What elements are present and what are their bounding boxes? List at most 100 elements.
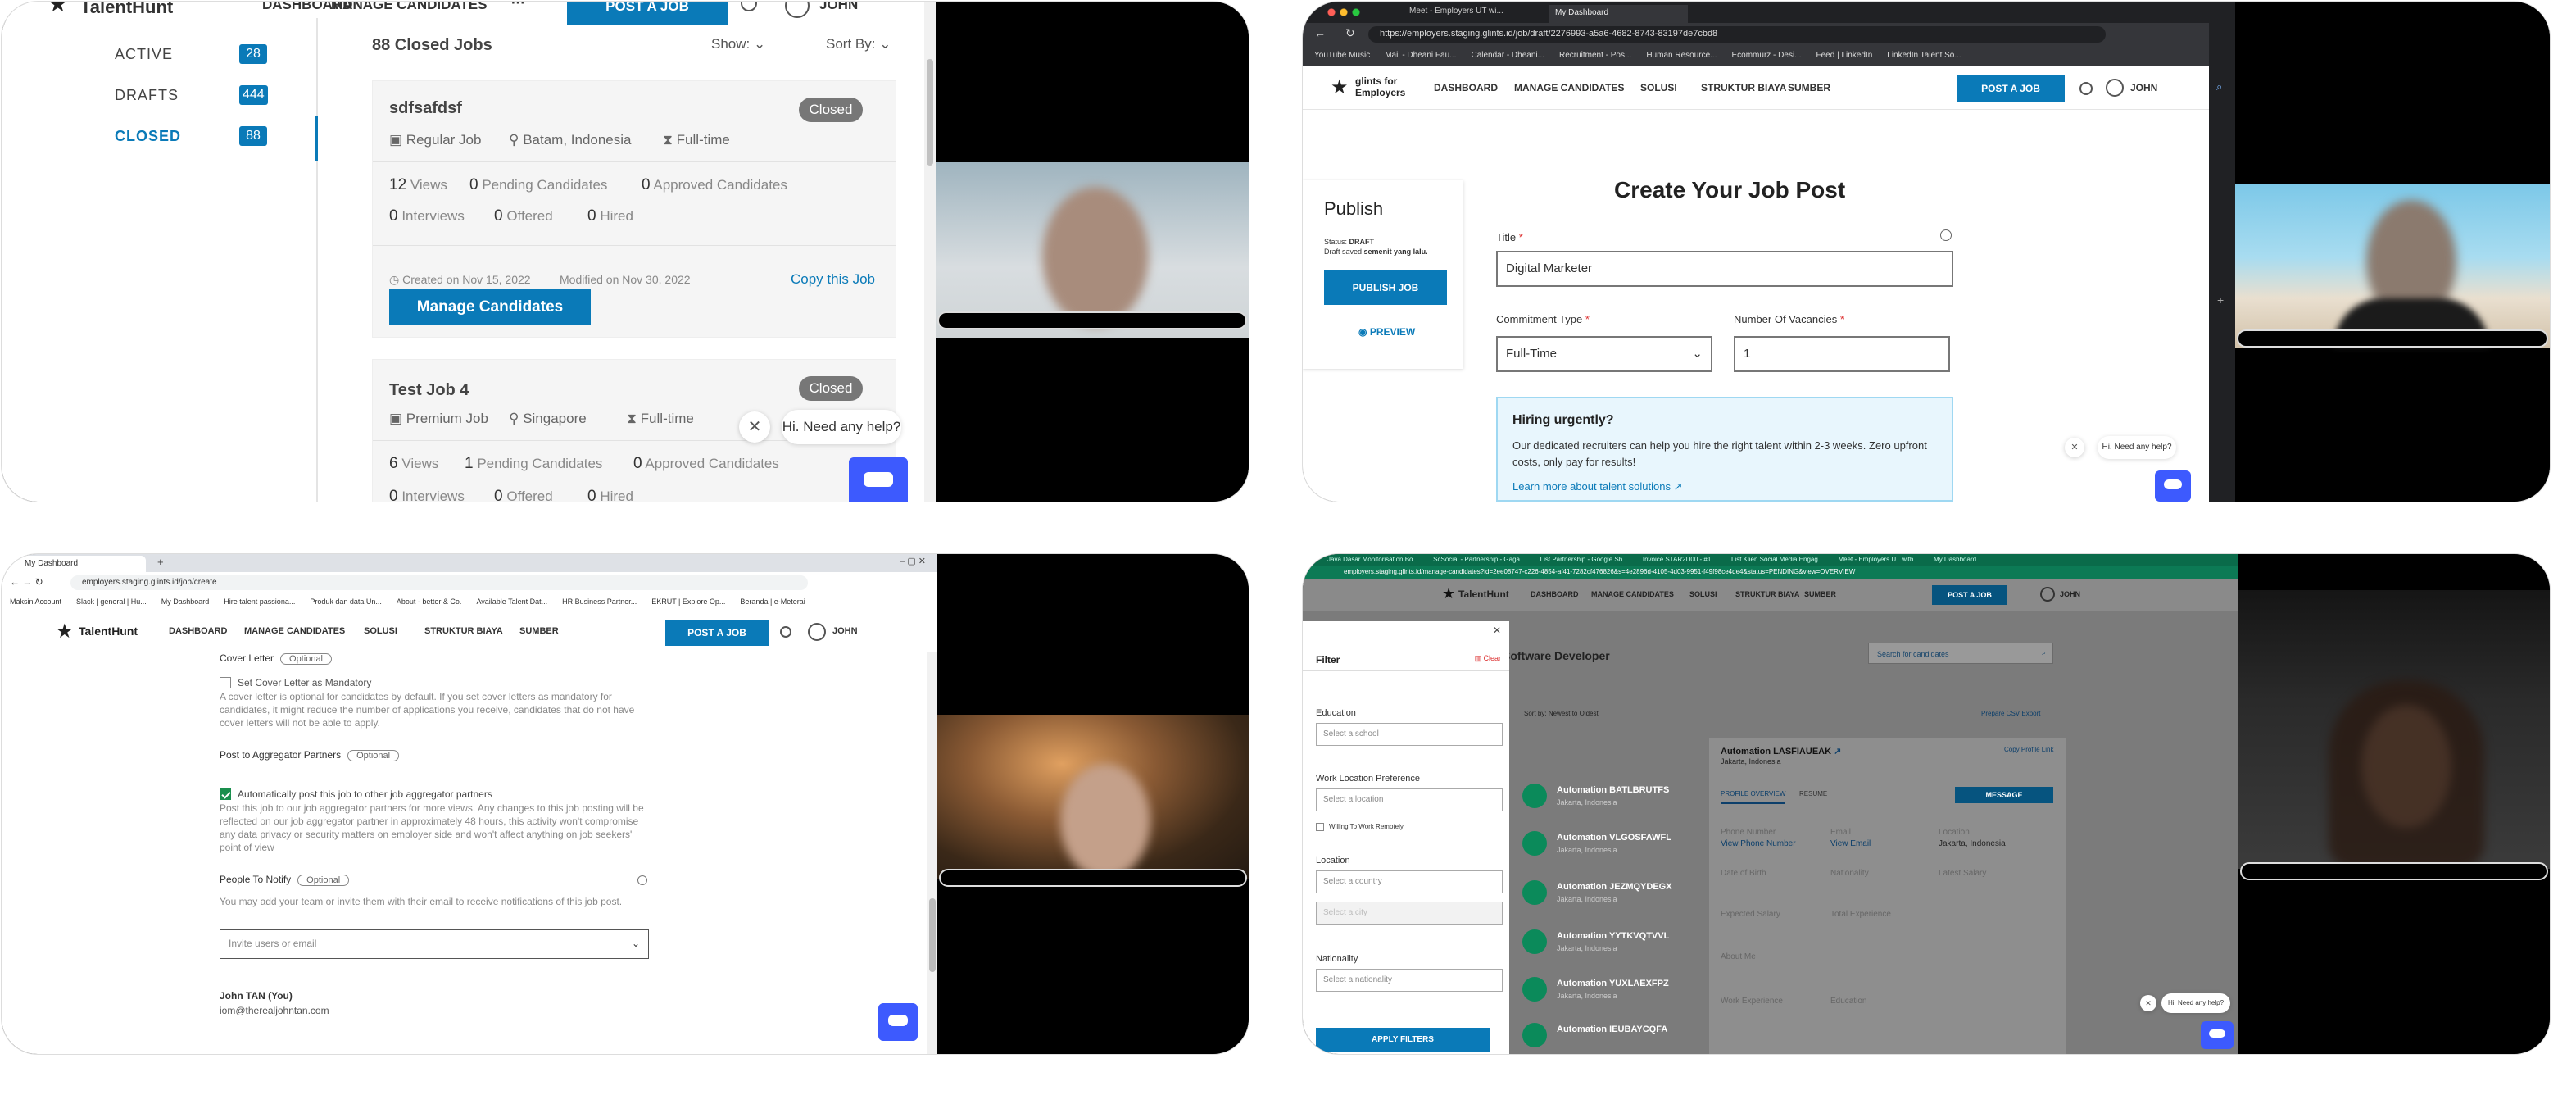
chat-icon[interactable] (2079, 82, 2093, 95)
close-help-button[interactable]: ✕ (739, 411, 770, 443)
commitment-select[interactable]: Full-Time ⌄ (1496, 336, 1712, 372)
aggregator-checkbox[interactable] (220, 788, 231, 800)
nav-sumber[interactable]: SUMBER (1788, 82, 1830, 93)
external-link-icon[interactable]: ↗ (1834, 747, 1841, 757)
list-item[interactable]: Automation IEUBAYCQFA (1512, 1016, 1701, 1054)
clear-filter-button[interactable]: ▥ Clear (1474, 654, 1501, 663)
show-filter[interactable]: Show: ⌄ (711, 36, 765, 52)
post-job-button[interactable]: POST A JOB (567, 2, 728, 25)
title-input[interactable]: Digital Marketer (1496, 251, 1953, 287)
nav-manage-candidates[interactable]: MANAGE CANDIDATES (331, 2, 487, 13)
nav-manage-candidates[interactable]: MANAGE CANDIDATES (1514, 82, 1624, 93)
bookmark[interactable]: Available Talent Dat... (476, 597, 547, 606)
tab[interactable]: Meet - Employers UT with... (1838, 556, 1919, 563)
nav-solusi[interactable]: SOLUSI (364, 626, 397, 636)
tab[interactable]: My Dashboard (1934, 556, 1976, 563)
avatar[interactable] (2106, 79, 2124, 97)
tab-profile-overview[interactable]: PROFILE OVERVIEW (1721, 790, 1786, 804)
search-candidates-input[interactable]: Search for candidates ⌕ (1868, 643, 2053, 664)
chat-icon[interactable] (780, 626, 791, 638)
manage-candidates-button[interactable]: Manage Candidates (389, 289, 591, 325)
job-card-1[interactable]: sdfsafdsf Closed ▣ Regular Job ⚲ Batam, … (372, 80, 896, 338)
bookmark[interactable]: Calendar - Dheani... (1471, 51, 1544, 60)
user-name[interactable]: JOHN (2130, 82, 2157, 93)
url-input[interactable]: employers.staging.glints.id/job/create (70, 575, 808, 590)
csv-export-link[interactable]: Prepare CSV Export (1981, 710, 2040, 717)
info-icon[interactable] (637, 875, 647, 885)
bookmark[interactable]: Human Resource... (1646, 51, 1717, 60)
nav-manage-candidates[interactable]: MANAGE CANDIDATES (244, 626, 345, 636)
nav-dashboard[interactable]: DASHBOARD (1434, 82, 1498, 93)
view-phone-link[interactable]: View Phone Number (1721, 839, 1796, 848)
list-item[interactable]: Automation JEZMQYDEGX Jakarta, Indonesia (1512, 874, 1701, 921)
publish-job-button[interactable]: PUBLISH JOB (1324, 270, 1447, 305)
chat-widget-button[interactable] (878, 1003, 918, 1041)
sidebar-item-active[interactable]: ACTIVE (115, 46, 173, 63)
new-tab-icon[interactable]: + (157, 556, 164, 568)
education-select[interactable]: Select a school (1316, 723, 1503, 746)
bookmark[interactable]: Feed | LinkedIn (1816, 51, 1873, 60)
bookmark[interactable]: Recruitment - Pos... (1559, 51, 1631, 60)
bookmark[interactable]: Hire talent passiona... (224, 597, 295, 606)
tab-dashboard[interactable]: My Dashboard (7, 556, 146, 572)
url-input[interactable]: https://employers.staging.glints.id/job/… (1368, 26, 2106, 43)
preview-link[interactable]: ◉ PREVIEW (1358, 326, 1415, 338)
bookmark[interactable]: LinkedIn Talent So... (1887, 51, 1961, 60)
bookmark[interactable]: Mail - Dheani Fau... (1385, 51, 1456, 60)
nav-sumber[interactable]: SUMBER (1804, 590, 1836, 598)
brand-logo[interactable]: TalentHunt (79, 625, 138, 638)
nav-struktur-biaya[interactable]: STRUKTUR BIAYA (1701, 82, 1786, 93)
tab[interactable]: List Partnership - Google Sh... (1540, 556, 1628, 563)
tab[interactable]: ScSocial - Partnership - Gaga... (1433, 556, 1526, 563)
chat-widget-button[interactable] (2201, 1021, 2234, 1049)
cover-letter-checkbox[interactable] (220, 677, 231, 688)
tab-dashboard[interactable]: My Dashboard (1549, 5, 1688, 23)
nav-more[interactable]: ··· (511, 2, 525, 11)
work-location-select[interactable]: Select a location (1316, 788, 1503, 811)
brand-logo[interactable]: TalentHunt (1458, 588, 1509, 600)
list-item[interactable]: Automation VLGOSFAWFL Jakarta, Indonesia (1512, 825, 1701, 872)
help-bubble[interactable]: Hi. Need any help? (2161, 993, 2230, 1013)
urgent-link[interactable]: Learn more about talent solutions ↗ (1512, 480, 1683, 493)
scrollbar-thumb[interactable] (927, 59, 933, 166)
bookmark[interactable]: YouTube Music (1314, 51, 1370, 60)
bookmark[interactable]: EKRUT | Explore Op... (651, 597, 725, 606)
nationality-select[interactable]: Select a nationality (1316, 969, 1503, 992)
window-controls[interactable]: – ▢ ✕ (900, 556, 926, 566)
tab-resume[interactable]: RESUME (1799, 790, 1827, 797)
chat-widget-button[interactable] (2155, 470, 2191, 502)
nav-struktur-biaya[interactable]: STRUKTUR BIAYA (1735, 590, 1799, 598)
tab[interactable]: Java Dasar Monitorisation Bo... (1327, 556, 1418, 563)
view-email-link[interactable]: View Email (1830, 839, 1871, 848)
user-name[interactable]: JOHN (832, 626, 858, 636)
add-icon[interactable]: + (2217, 293, 2224, 307)
bookmark[interactable]: HR Business Partner... (562, 597, 637, 606)
list-item[interactable]: Automation YYTKVQTVVL Jakarta, Indonesia (1512, 923, 1701, 970)
nav-dashboard[interactable]: DASHBOARD (169, 626, 228, 636)
sort-label[interactable]: Sort by: Newest to Oldest (1524, 710, 1599, 717)
back-icon[interactable]: ← → ↻ (10, 576, 43, 588)
chat-widget-button[interactable] (849, 457, 908, 502)
sidebar-item-closed[interactable]: CLOSED (115, 128, 181, 145)
remote-checkbox[interactable] (1316, 823, 1324, 831)
avatar[interactable] (808, 623, 826, 641)
copy-profile-link[interactable]: Copy Profile Link (2004, 746, 2053, 753)
list-item[interactable]: Automation BATLBRUTFS Jakarta, Indonesia (1512, 777, 1701, 825)
scrollbar-thumb[interactable] (929, 898, 936, 972)
brand-logo[interactable]: TalentHunt (80, 2, 173, 18)
nav-dashboard[interactable]: DASHBOARD (1531, 590, 1579, 598)
nav-solusi[interactable]: SOLUSI (1640, 82, 1677, 93)
cover-letter-check-label[interactable]: Set Cover Letter as Mandatory (238, 677, 371, 688)
chat-icon[interactable] (741, 2, 757, 11)
url-input[interactable]: employers.staging.glints.id/manage-candi… (1344, 568, 1855, 575)
message-button[interactable]: MESSAGE (1955, 787, 2053, 803)
apply-filters-button[interactable]: APPLY FILTERS (1316, 1028, 1490, 1052)
help-bubble[interactable]: Hi. Need any help? (2098, 436, 2176, 459)
remote-label[interactable]: Willing To Work Remotely (1329, 823, 1404, 830)
vacancies-input[interactable]: 1 (1734, 336, 1950, 372)
tab-meet[interactable]: Meet - Employers UT wi... (1409, 7, 1503, 16)
job-title[interactable]: Test Job 4 (389, 381, 469, 400)
bookmark[interactable]: Beranda | e-Meterai (740, 597, 805, 606)
country-select[interactable]: Select a country (1316, 870, 1503, 893)
tab[interactable]: Invoice STAR2D00 - #1... (1643, 556, 1717, 563)
